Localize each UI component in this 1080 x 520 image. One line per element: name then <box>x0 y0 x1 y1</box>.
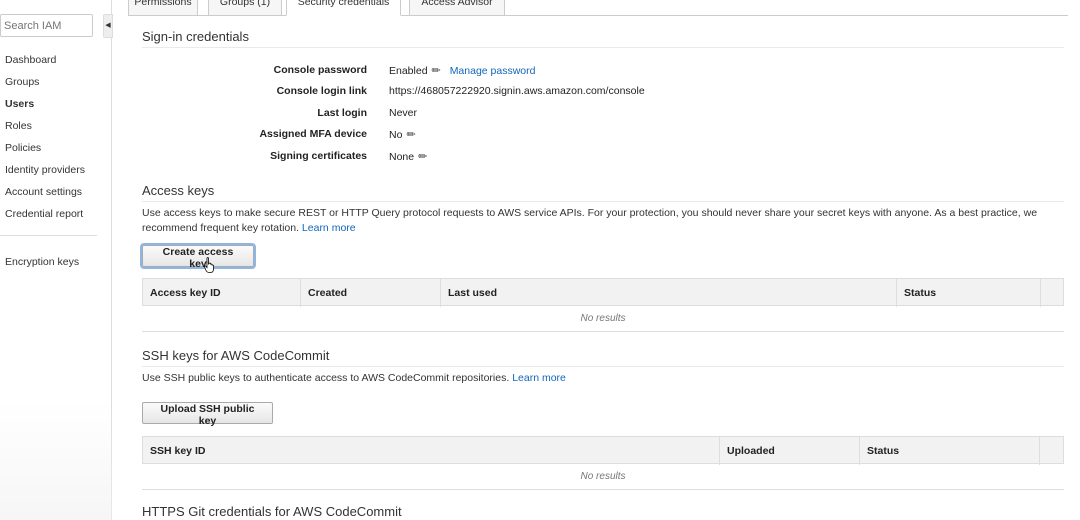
sidebar-shadow <box>0 400 112 520</box>
signin-credentials-title: Sign-in credentials <box>142 29 249 44</box>
sidebar-item-encryption-keys[interactable]: Encryption keys <box>5 256 79 268</box>
signing-certificates-value: None ✏ <box>389 150 427 163</box>
pencil-icon[interactable]: ✏ <box>406 128 415 141</box>
sidebar-item-account-settings[interactable]: Account settings <box>5 186 85 208</box>
search-input[interactable] <box>0 14 93 37</box>
mfa-device-label: Assigned MFA device <box>259 128 367 140</box>
ssh-keys-learn-more-link[interactable]: Learn more <box>512 372 566 384</box>
mfa-device-status: No <box>389 129 403 141</box>
tab-groups[interactable]: Groups (1) <box>208 0 282 16</box>
access-keys-description: Use access keys to make secure REST or H… <box>142 206 1067 236</box>
upload-ssh-key-button[interactable]: Upload SSH public key <box>142 402 273 427</box>
sidebar-item-groups[interactable]: Groups <box>5 76 85 98</box>
sidebar-divider <box>0 235 97 236</box>
tab-label: Permissions <box>134 0 192 8</box>
collapse-sidebar-button[interactable]: ◀ <box>103 14 113 38</box>
last-login-label: Last login <box>317 107 367 119</box>
pencil-icon[interactable]: ✏ <box>418 150 427 163</box>
column-last-used[interactable]: Last used <box>441 279 897 307</box>
ssh-keys-description: Use SSH public keys to authenticate acce… <box>142 371 1067 386</box>
console-password-status: Enabled <box>389 65 428 77</box>
column-ssh-key-id[interactable]: SSH key ID <box>143 437 720 465</box>
ssh-keys-title: SSH keys for AWS CodeCommit <box>142 348 330 363</box>
access-keys-learn-more-link[interactable]: Learn more <box>302 222 356 234</box>
https-git-title: HTTPS Git credentials for AWS CodeCommit <box>142 504 402 519</box>
column-uploaded[interactable]: Uploaded <box>720 437 860 465</box>
column-ssh-status[interactable]: Status <box>860 437 1040 465</box>
access-keys-description-text: Use access keys to make secure REST or H… <box>142 207 1038 234</box>
column-status[interactable]: Status <box>897 279 1041 307</box>
tab-security-credentials[interactable]: Security credentials <box>286 0 401 16</box>
signing-certificates-status: None <box>389 151 415 163</box>
section-divider <box>142 366 1064 367</box>
ssh-keys-table-header: SSH key ID Uploaded Status <box>142 436 1064 465</box>
manage-password-link[interactable]: Manage password <box>450 65 536 77</box>
access-keys-table-header: Access key ID Created Last used Status <box>142 278 1064 307</box>
console-login-link-label: Console login link <box>276 85 367 97</box>
sidebar-item-policies[interactable]: Policies <box>5 142 85 164</box>
chevron-left-icon: ◀ <box>105 22 111 29</box>
console-password-label: Console password <box>273 64 367 76</box>
tab-permissions[interactable]: Permissions <box>128 0 198 16</box>
sidebar-item-credential-report[interactable]: Credential report <box>5 208 85 230</box>
last-login-value: Never <box>389 107 418 119</box>
ssh-keys-description-text: Use SSH public keys to authenticate acce… <box>142 372 510 384</box>
sidebar-item-roles[interactable]: Roles <box>5 120 85 142</box>
column-access-key-id[interactable]: Access key ID <box>143 279 301 307</box>
create-access-key-button[interactable]: Create access key <box>140 243 256 270</box>
tab-access-advisor[interactable]: Access Advisor <box>409 0 505 16</box>
column-created[interactable]: Created <box>301 279 441 307</box>
pencil-icon[interactable]: ✏ <box>432 64 441 77</box>
access-keys-title: Access keys <box>142 183 215 198</box>
ssh-keys-empty-state: No results <box>142 464 1064 490</box>
sidebar-item-users[interactable]: Users <box>5 98 85 120</box>
section-divider <box>142 47 1064 48</box>
console-password-value: Enabled ✏ Manage password <box>389 64 536 77</box>
access-keys-empty-state: No results <box>142 306 1064 332</box>
tab-label: Security credentials <box>297 0 390 8</box>
sidebar-item-dashboard[interactable]: Dashboard <box>5 54 85 76</box>
sidebar-item-identity-providers[interactable]: Identity providers <box>5 164 85 186</box>
section-divider <box>142 201 1064 202</box>
hand-cursor-icon <box>204 257 214 273</box>
tab-label: Groups (1) <box>219 0 271 8</box>
tab-label: Access Advisor <box>421 0 493 8</box>
signing-certificates-label: Signing certificates <box>270 150 367 162</box>
console-login-link-value: https://468057222920.signin.aws.amazon.c… <box>389 85 645 97</box>
mfa-device-value: No ✏ <box>389 128 416 141</box>
sidebar-nav: Dashboard Groups Users Roles Policies Id… <box>5 54 85 230</box>
